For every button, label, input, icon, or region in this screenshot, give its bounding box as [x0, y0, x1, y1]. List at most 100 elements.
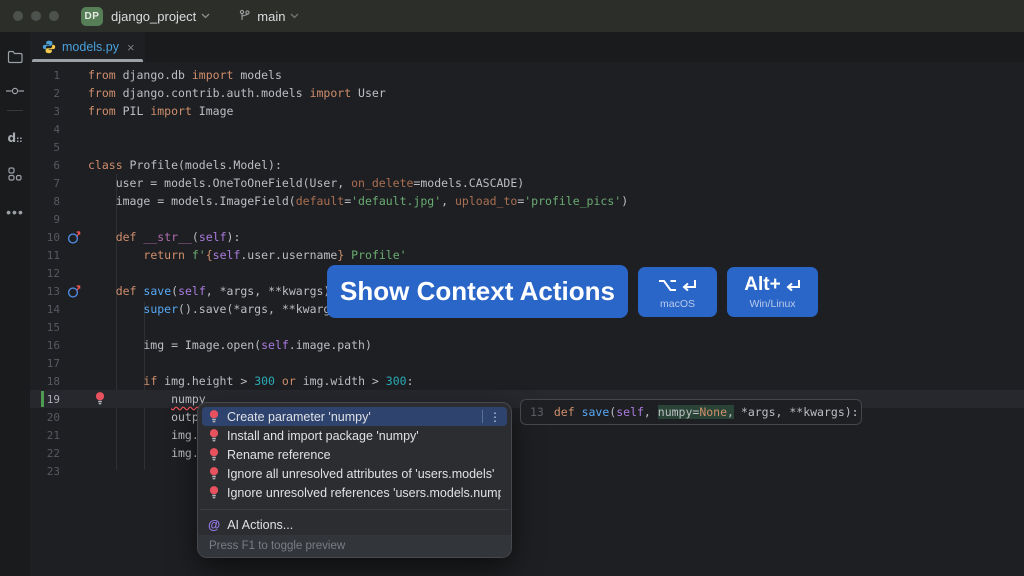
line-number[interactable]: 23 [30, 465, 60, 478]
popup-item-4[interactable]: Ignore all unresolved attributes of 'use… [202, 464, 507, 483]
line-number[interactable]: 1 [30, 69, 60, 82]
code-text: from django.db import models [88, 66, 282, 84]
code-line-22[interactable]: 22 img.s [30, 444, 1024, 462]
line-number[interactable]: 7 [30, 177, 60, 190]
line-number[interactable]: 4 [30, 123, 60, 136]
line-number[interactable]: 18 [30, 375, 60, 388]
line-number[interactable]: 11 [30, 249, 60, 262]
code-text: user = models.OneToOneField(User, on_del… [88, 174, 524, 192]
line-number[interactable]: 22 [30, 447, 60, 460]
chevron-down-icon[interactable] [201, 13, 210, 19]
code-text: def save(self, *args, **kwargs): [88, 282, 337, 300]
code-line-6[interactable]: 6 class Profile(models.Model): [30, 156, 1024, 174]
commit-icon [6, 86, 24, 96]
line-number[interactable]: 8 [30, 195, 60, 208]
popup-item-label: AI Actions... [227, 518, 293, 532]
intention-bulb-icon [208, 447, 220, 462]
line-number[interactable]: 13 [30, 285, 60, 298]
code-text: return f'{self.user.username} Profile' [88, 246, 407, 264]
line-number[interactable]: 3 [30, 105, 60, 118]
code-line-8[interactable]: 8 image = models.ImageField(default='def… [30, 192, 1024, 210]
line-number[interactable]: 20 [30, 411, 60, 424]
code-editor[interactable]: 1 from django.db import models2from djang… [30, 62, 1024, 576]
intention-preview-panel: 13 def save(self, numpy=None, *args, **k… [520, 399, 862, 425]
line-number[interactable]: 2 [30, 87, 60, 100]
code-line-4[interactable]: 4 [30, 120, 1024, 138]
code-line-1[interactable]: 1 from django.db import models [30, 66, 1024, 84]
override-gutter-icon[interactable] [60, 230, 88, 245]
code-text: super().save(*args, **kwargs) [88, 300, 344, 318]
line-number[interactable]: 21 [30, 429, 60, 442]
code-line-23[interactable]: 23 [30, 462, 1024, 480]
code-line-16[interactable]: 16 img = Image.open(self.image.path) [30, 336, 1024, 354]
close-window-button[interactable] [13, 11, 23, 21]
maximize-window-button[interactable] [49, 11, 59, 21]
line-number[interactable]: 14 [30, 303, 60, 316]
django-structure-tool-button[interactable]: d:: [0, 123, 30, 153]
line-number[interactable]: 10 [30, 231, 60, 244]
chevron-down-icon[interactable] [290, 13, 299, 19]
popup-item-5[interactable]: Ignore unresolved references 'users.mode… [202, 483, 507, 502]
commit-tool-button[interactable] [0, 76, 30, 106]
return-key-icon [681, 279, 697, 292]
close-tab-icon[interactable]: × [127, 41, 135, 54]
line-number[interactable]: 6 [30, 159, 60, 172]
code-line-3[interactable]: 3from PIL import Image [30, 102, 1024, 120]
editor-tab-bar: models.py × [30, 32, 1024, 62]
tab-models-py[interactable]: models.py × [30, 32, 145, 62]
popup-footer-hint: Press F1 to toggle preview [198, 535, 511, 557]
popup-item-label: Ignore all unresolved attributes of 'use… [227, 467, 501, 481]
popup-item-ai-actions[interactable]: @ AI Actions... [198, 514, 511, 535]
code-line-2[interactable]: 2from django.contrib.auth.models import … [30, 84, 1024, 102]
alt-key-text: Alt+ [744, 274, 780, 296]
more-tool-windows-button[interactable]: ••• [0, 197, 30, 227]
shortcut-os-label: Win/Linux [749, 298, 795, 310]
popup-item-2[interactable]: Install and import package 'numpy' [202, 426, 507, 445]
structure-tool-button[interactable] [0, 159, 30, 189]
tool-window-stripe: d:: ••• [0, 32, 30, 576]
popup-item-label: Rename reference [227, 448, 501, 462]
project-selector[interactable]: django_project [111, 9, 196, 24]
code-line-17[interactable]: 17 [30, 354, 1024, 372]
branch-selector[interactable]: main [257, 9, 285, 24]
intention-bulb-icon [208, 428, 220, 443]
code-line-10[interactable]: 10 def __str__(self): [30, 228, 1024, 246]
minimize-window-button[interactable] [31, 11, 41, 21]
popup-item-1[interactable]: Create parameter 'numpy'⋮ [202, 407, 507, 426]
intention-bulb-icon [208, 409, 220, 424]
folder-icon [7, 50, 23, 64]
change-marker [41, 391, 44, 407]
intention-bulb-icon [208, 466, 220, 481]
line-number[interactable]: 9 [30, 213, 60, 226]
intention-bulb-icon[interactable] [94, 391, 106, 406]
line-number[interactable]: 19 [30, 393, 60, 406]
intention-bulb-icon [208, 485, 220, 500]
django-structure-icon: d:: [8, 131, 23, 145]
more-options-kebab-icon[interactable]: ⋮ [489, 411, 501, 423]
code-line-21[interactable]: 21 img.t [30, 426, 1024, 444]
preview-line-number: 13 [530, 405, 544, 419]
git-branch-icon [238, 9, 251, 23]
code-text: img = Image.open(self.image.path) [88, 336, 372, 354]
code-line-9[interactable]: 9 [30, 210, 1024, 228]
code-line-11[interactable]: 11 return f'{self.user.username} Profile… [30, 246, 1024, 264]
option-key-icon [658, 279, 677, 292]
line-number[interactable]: 15 [30, 321, 60, 334]
override-gutter-icon[interactable] [60, 284, 88, 299]
return-key-icon [785, 279, 801, 292]
ai-icon: @ [208, 518, 220, 532]
project-tool-button[interactable] [0, 42, 30, 72]
code-line-5[interactable]: 5 [30, 138, 1024, 156]
line-number[interactable]: 17 [30, 357, 60, 370]
code-line-15[interactable]: 15 [30, 318, 1024, 336]
code-text: if img.height > 300 or img.width > 300: [88, 372, 414, 390]
stripe-divider [7, 110, 23, 111]
code-text: class Profile(models.Model): [88, 156, 282, 174]
ide-window: DP django_project main d:: [0, 0, 1024, 576]
line-number[interactable]: 16 [30, 339, 60, 352]
code-line-18[interactable]: 18 if img.height > 300 or img.width > 30… [30, 372, 1024, 390]
code-line-7[interactable]: 7 user = models.OneToOneField(User, on_d… [30, 174, 1024, 192]
line-number[interactable]: 12 [30, 267, 60, 280]
line-number[interactable]: 5 [30, 141, 60, 154]
popup-item-3[interactable]: Rename reference [202, 445, 507, 464]
